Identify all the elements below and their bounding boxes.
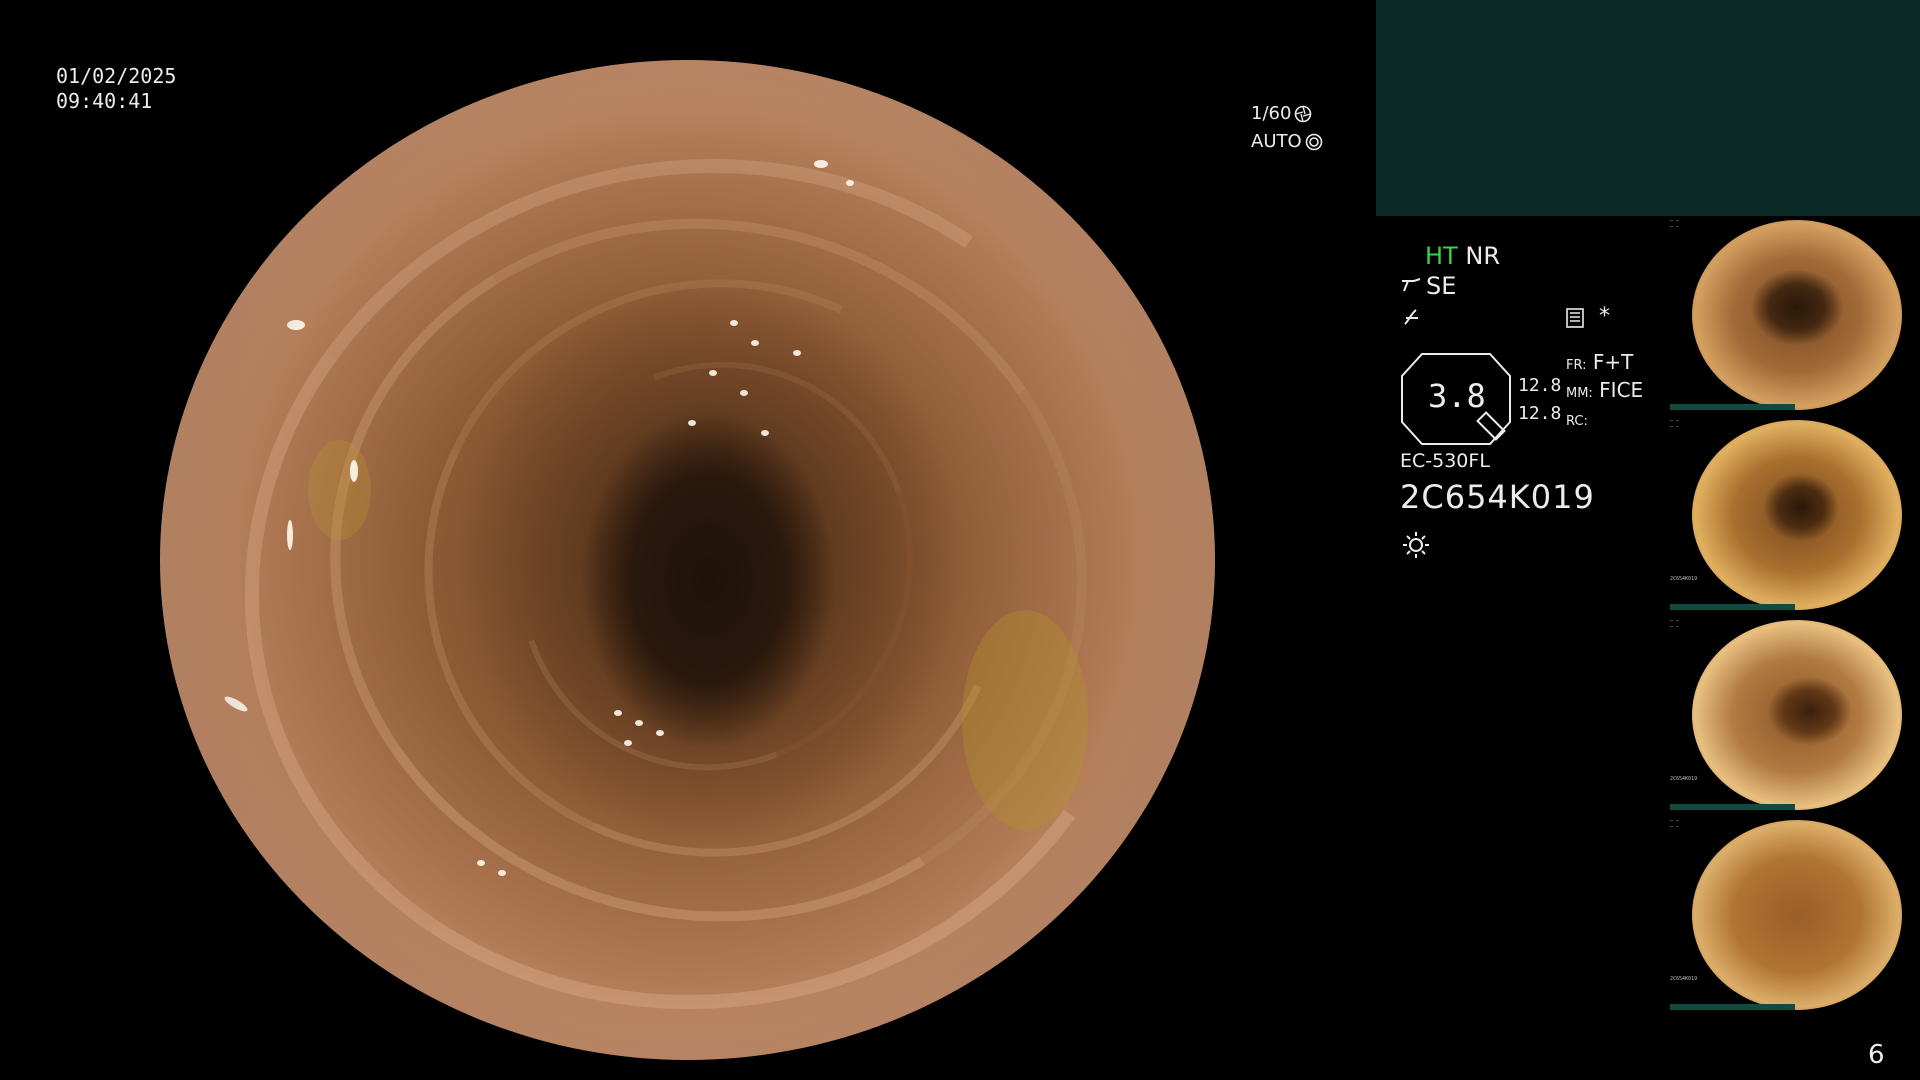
thumbnail-3-serial: 2C654K019 [1670, 776, 1698, 782]
mode-table: FR: F+T MM: FICE RC: [1566, 350, 1643, 434]
value-b: 12.8 [1518, 403, 1562, 424]
iris-mode-text: AUTO [1251, 131, 1302, 152]
shutter-text: 1/60 [1251, 103, 1292, 124]
thumbnail-4[interactable]: — — — — 2C654K019 [1668, 816, 1920, 1014]
thumbnail-2-serial: 2C654K019 [1670, 576, 1698, 582]
aperture-icon [1295, 105, 1312, 123]
thumbnail-1[interactable]: — — — — [1668, 216, 1920, 414]
time-text: 09:40:41 [56, 89, 153, 113]
date-text: 01/02/2025 [56, 64, 177, 88]
scope-model: EC-530FL [1400, 450, 1490, 472]
patient-info-panel [1376, 0, 1920, 216]
zoom-value: 3.8 [1428, 377, 1486, 415]
serial-number: 2C654K019 [1400, 478, 1595, 516]
gamma-icon [1404, 309, 1418, 325]
asterisk-icon: * [1599, 304, 1610, 329]
thumbnail-strip: — — — — — — — — 2C654K019 — — — — 2C654K019… [1668, 216, 1920, 1016]
mm-label: MM: [1566, 386, 1593, 401]
mm-value: FICE [1599, 378, 1644, 402]
fr-value: F+T [1592, 350, 1634, 374]
timestamp: 01/02/2025 09:40:41 [56, 64, 176, 114]
settings-panel: HT NR SE * 3.8 12.8 12.8 FR: F+T MM: FIC… [1400, 242, 1660, 572]
thumbnail-3[interactable]: — — — — 2C654K019 [1668, 616, 1920, 814]
light-source-icon [1403, 532, 1429, 558]
fr-label: FR: [1566, 358, 1587, 373]
exposure-info: 1/60 AUTO [1251, 100, 1323, 156]
value-a: 12.8 [1518, 375, 1562, 396]
endoscope-view [160, 60, 1215, 1060]
structure-enhance-icon [1402, 278, 1421, 292]
iris-icon [1305, 133, 1322, 151]
nr-label: NR [1465, 242, 1500, 270]
ht-label: HT [1425, 242, 1458, 270]
se-label: SE [1426, 272, 1457, 300]
document-icon [1566, 308, 1584, 328]
thumbnail-4-serial: 2C654K019 [1670, 976, 1698, 982]
rc-label: RC: [1566, 414, 1588, 429]
thumbnail-2[interactable]: — — — — 2C654K019 [1668, 416, 1920, 614]
values-column: 12.8 12.8 [1518, 372, 1561, 428]
page-number: 6 [1868, 1040, 1885, 1070]
